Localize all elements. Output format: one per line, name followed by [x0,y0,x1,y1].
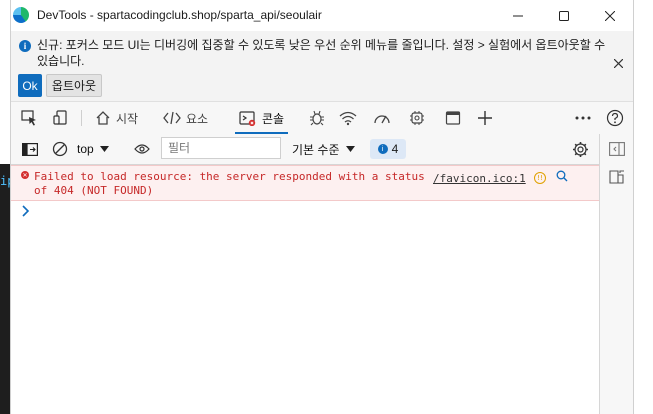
device-icon [53,110,67,125]
devtools-window: DevTools - spartacodingclub.shop/sparta_… [10,0,634,414]
minimize-button[interactable] [495,0,541,31]
customize-menu-button[interactable] [573,108,593,128]
tab-performance[interactable] [371,108,393,128]
dock-panel-button[interactable] [608,140,626,158]
edge-logo-icon [13,7,29,23]
tab-elements[interactable]: 요소 [163,102,208,134]
more-options-icon [575,116,591,120]
chevron-down-icon [345,146,355,152]
issue-icon: i [377,144,388,154]
live-expression-button[interactable] [133,139,151,159]
plus-icon [478,111,492,125]
chip-icon [410,111,424,125]
console-settings-button[interactable] [570,139,590,159]
close-icon [613,58,624,69]
error-icon: ✕ [21,171,29,179]
context-value: top [77,142,94,156]
window-title: DevTools - spartacodingclub.shop/sparta_… [37,8,322,22]
devtools-tab-bar: 시작 요소 콘솔 [11,102,633,135]
more-tools-button[interactable] [475,108,495,128]
tab-console[interactable]: 콘솔 [235,102,289,134]
minimize-icon [513,15,523,16]
error-text: Failed to load resource: the server resp… [34,170,425,197]
maximize-icon [559,10,569,21]
tab-divider [81,110,82,126]
log-levels-dropdown[interactable]: 기본 수준 [292,139,355,159]
help-button[interactable] [605,108,625,128]
context-selector[interactable]: top [77,139,109,159]
tab-label: 요소 [186,111,209,126]
background-editor: ip ) [0,164,10,414]
optout-button[interactable]: 옵트아웃 [46,74,102,97]
search-icon [556,170,568,182]
clear-console-button[interactable] [51,139,69,159]
clear-icon [52,141,68,157]
console-error-message: ✕ Failed to load resource: the server re… [11,165,599,201]
panel-dock-icon [609,170,624,184]
issues-counter-button[interactable]: i 4 [370,139,406,159]
ok-button[interactable]: Ok [18,74,42,97]
tab-label: 콘솔 [262,111,285,126]
gear-icon [572,141,588,157]
info-icon: i [19,40,31,52]
background-window-strip: ip ) [0,0,10,414]
tab-memory[interactable] [407,108,427,128]
maximize-button[interactable] [541,0,587,31]
issues-count: 4 [391,142,399,156]
insights-icon[interactable]: !! [534,172,546,184]
home-icon [96,111,110,125]
gauge-icon [374,115,390,124]
infobar-message: 신규: 포커스 모드 UI는 디버깅에 집중할 수 있도록 낮은 우선 순위 메… [37,38,606,68]
tab-sources[interactable] [307,108,327,128]
title-bar: DevTools - spartacodingclub.shop/sparta_… [11,0,633,31]
wifi-icon [339,111,357,126]
console-prompt[interactable] [11,202,599,220]
infobar-close-button[interactable] [613,57,624,72]
filter-input[interactable]: 필터 [161,137,281,159]
background-editor-text: ip [0,174,10,188]
page-background [634,0,653,414]
tab-label: 시작 [116,111,139,126]
close-window-button[interactable] [587,0,633,31]
log-levels-label: 기본 수준 [292,142,340,157]
help-icon [606,109,624,127]
inspect-icon [21,110,36,126]
tab-start[interactable]: 시작 [95,102,138,134]
inspect-element-button[interactable] [19,108,39,128]
chevron-down-icon [99,146,109,152]
close-icon [605,10,615,21]
panel-toggle-icon [609,142,625,156]
tab-network[interactable] [337,108,359,128]
bug-icon [310,110,324,126]
code-icon [163,111,181,125]
window-icon [445,111,461,125]
tab-application[interactable] [443,108,463,128]
device-emulation-button[interactable] [51,108,71,128]
focus-mode-infobar: i 신규: 포커스 모드 UI는 디버깅에 집중할 수 있도록 낮은 우선 순위… [11,31,633,102]
background-editor-brace: ) [0,208,1,222]
quick-view-button[interactable] [608,168,626,186]
console-icon [239,111,256,126]
search-error-button[interactable] [556,170,568,185]
console-toolbar: top 필터 기본 수준 i 4 [11,134,599,165]
chevron-right-icon [22,205,30,217]
eye-icon [134,144,150,154]
sidebar-toggle-icon [22,142,38,156]
activity-side-panel [599,134,633,414]
error-source-link[interactable]: /favicon.ico:1 [433,172,526,185]
show-sidebar-button[interactable] [21,139,39,159]
